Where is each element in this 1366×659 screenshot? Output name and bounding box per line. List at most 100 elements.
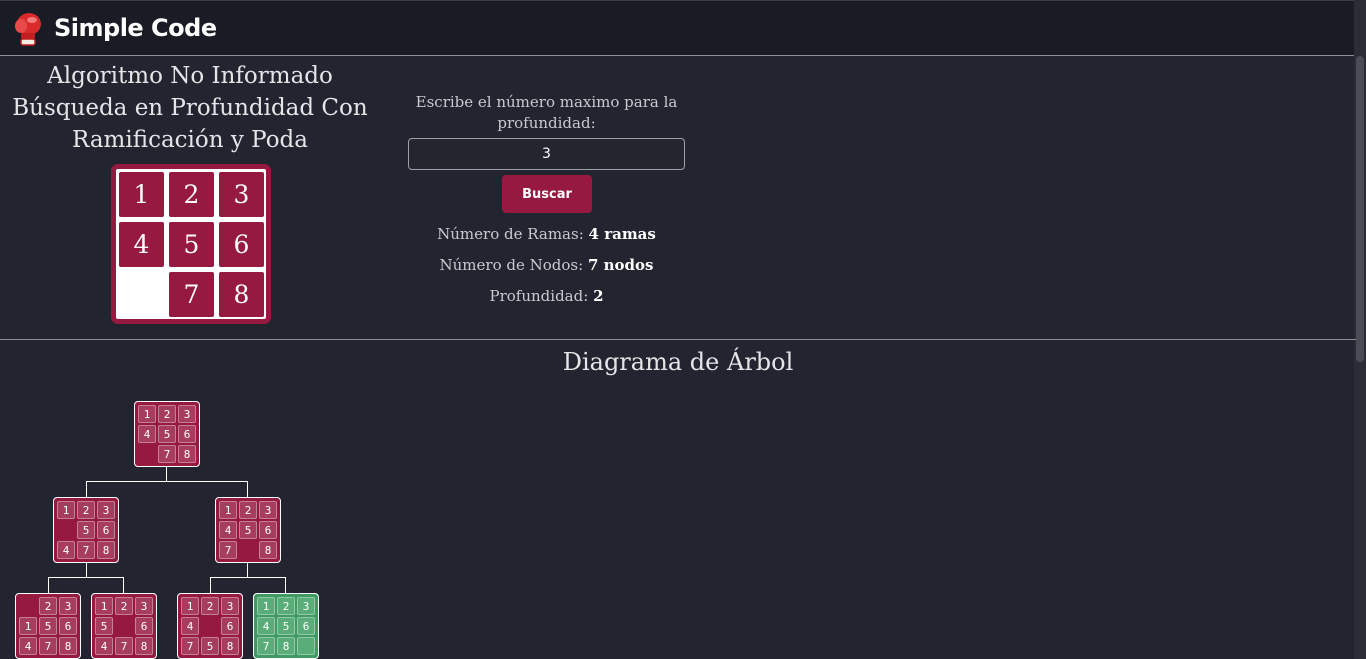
node-tile: 1 (95, 597, 113, 615)
node-tile: 5 (77, 521, 95, 539)
node-tile: 4 (19, 637, 37, 655)
scrollbar-thumb[interactable] (1356, 56, 1364, 362)
node-tile: 7 (39, 637, 57, 655)
node-tile: 6 (178, 425, 196, 443)
puzzle-tile: 7 (169, 272, 214, 317)
branches-value: 4 ramas (588, 225, 656, 243)
node-blank-tile (19, 597, 37, 615)
node-tile: 5 (201, 637, 219, 655)
node-tile: 7 (257, 637, 275, 655)
title-line: Búsqueda en Profundidad Con (12, 95, 368, 121)
node-tile: 1 (219, 501, 237, 519)
tree-connector (48, 577, 124, 578)
tree-node: 1 2 3 5 6 4 7 8 (53, 497, 119, 563)
tree-connector (86, 481, 87, 497)
node-tile (297, 637, 315, 655)
branches-label: Número de Ramas: (437, 225, 584, 243)
nodes-stat: Número de Nodos: 7 nodos (380, 256, 713, 274)
puzzle-tile: 8 (219, 272, 264, 317)
puzzle-tile: 3 (219, 172, 264, 217)
tree-node-root: 1 2 3 4 5 6 7 8 (134, 401, 200, 467)
title-line: Algoritmo No Informado (47, 63, 333, 89)
node-tile: 7 (219, 541, 237, 559)
tree-connector (123, 577, 124, 593)
node-tile: 7 (158, 445, 176, 463)
depth-value: 2 (593, 287, 604, 305)
node-tile: 4 (57, 541, 75, 559)
puzzle-tile: 1 (119, 172, 164, 217)
node-tile: 5 (39, 617, 57, 635)
tree-node: 1 2 3 5 6 4 7 8 (91, 593, 157, 659)
tree-connector (166, 466, 167, 481)
node-tile: 3 (59, 597, 77, 615)
puzzle-tile: 2 (169, 172, 214, 217)
node-tile: 3 (259, 501, 277, 519)
node-tile: 3 (97, 501, 115, 519)
node-blank-tile (239, 541, 257, 559)
node-tile: 4 (138, 425, 156, 443)
nodes-label: Número de Nodos: (439, 256, 584, 274)
tree-connector (210, 577, 286, 578)
node-tile: 8 (259, 541, 277, 559)
node-tile: 4 (95, 637, 113, 655)
search-button[interactable]: Buscar (502, 175, 592, 213)
node-tile: 3 (221, 597, 239, 615)
node-tile: 2 (158, 405, 176, 423)
node-tile: 2 (115, 597, 133, 615)
node-tile: 6 (135, 617, 153, 635)
tree-connector (86, 481, 248, 482)
node-blank-tile (115, 617, 133, 635)
node-tile: 7 (115, 637, 133, 655)
tree-diagram-title: Diagrama de Árbol (562, 348, 794, 376)
brand-title[interactable]: Simple Code (54, 14, 217, 42)
section-divider (0, 339, 1356, 340)
node-tile: 6 (259, 521, 277, 539)
node-tile: 4 (257, 617, 275, 635)
node-tile: 7 (181, 637, 199, 655)
tree-connector (210, 577, 211, 593)
puzzle-tile: 4 (119, 222, 164, 267)
node-blank-tile (57, 521, 75, 539)
nodes-value: 7 nodos (587, 256, 654, 274)
node-tile: 1 (257, 597, 275, 615)
node-tile: 2 (277, 597, 295, 615)
node-tile: 8 (277, 637, 295, 655)
tree-node: 1 2 3 4 6 7 5 8 (177, 593, 243, 659)
node-tile: 6 (221, 617, 239, 635)
node-tile: 1 (19, 617, 37, 635)
node-tile: 2 (39, 597, 57, 615)
node-tile: 5 (158, 425, 176, 443)
page-scrollbar[interactable] (1354, 0, 1366, 659)
depth-label: Profundidad: (489, 287, 589, 305)
boxing-glove-icon[interactable] (12, 11, 44, 47)
tree-connector (48, 577, 49, 593)
node-tile: 5 (95, 617, 113, 635)
node-tile: 6 (297, 617, 315, 635)
node-tile: 8 (178, 445, 196, 463)
node-tile: 3 (297, 597, 315, 615)
tree-connector (285, 577, 286, 593)
tree-node: 2 3 1 5 6 4 7 8 (15, 593, 81, 659)
node-tile: 8 (97, 541, 115, 559)
branches-stat: Número de Ramas: 4 ramas (380, 225, 713, 243)
node-tile: 1 (138, 405, 156, 423)
node-tile: 5 (239, 521, 257, 539)
tree-connector (86, 562, 87, 577)
puzzle-tile: 6 (219, 222, 264, 267)
max-depth-input[interactable] (408, 138, 685, 170)
tree-node-goal: 1 2 3 4 5 6 7 8 (253, 593, 319, 659)
node-tile: 4 (181, 617, 199, 635)
tree-connector (247, 481, 248, 497)
node-tile: 1 (57, 501, 75, 519)
algorithm-title: Algoritmo No Informado Búsqueda en Profu… (10, 60, 370, 156)
node-tile: 2 (77, 501, 95, 519)
node-tile: 4 (219, 521, 237, 539)
node-tile: 8 (221, 637, 239, 655)
depth-stat: Profundidad: 2 (380, 287, 713, 305)
node-tile: 2 (201, 597, 219, 615)
node-tile: 8 (59, 637, 77, 655)
node-blank-tile (138, 445, 156, 463)
node-tile: 7 (77, 541, 95, 559)
initial-puzzle-board: 1 2 3 4 5 6 7 8 (111, 164, 271, 324)
node-tile: 5 (277, 617, 295, 635)
